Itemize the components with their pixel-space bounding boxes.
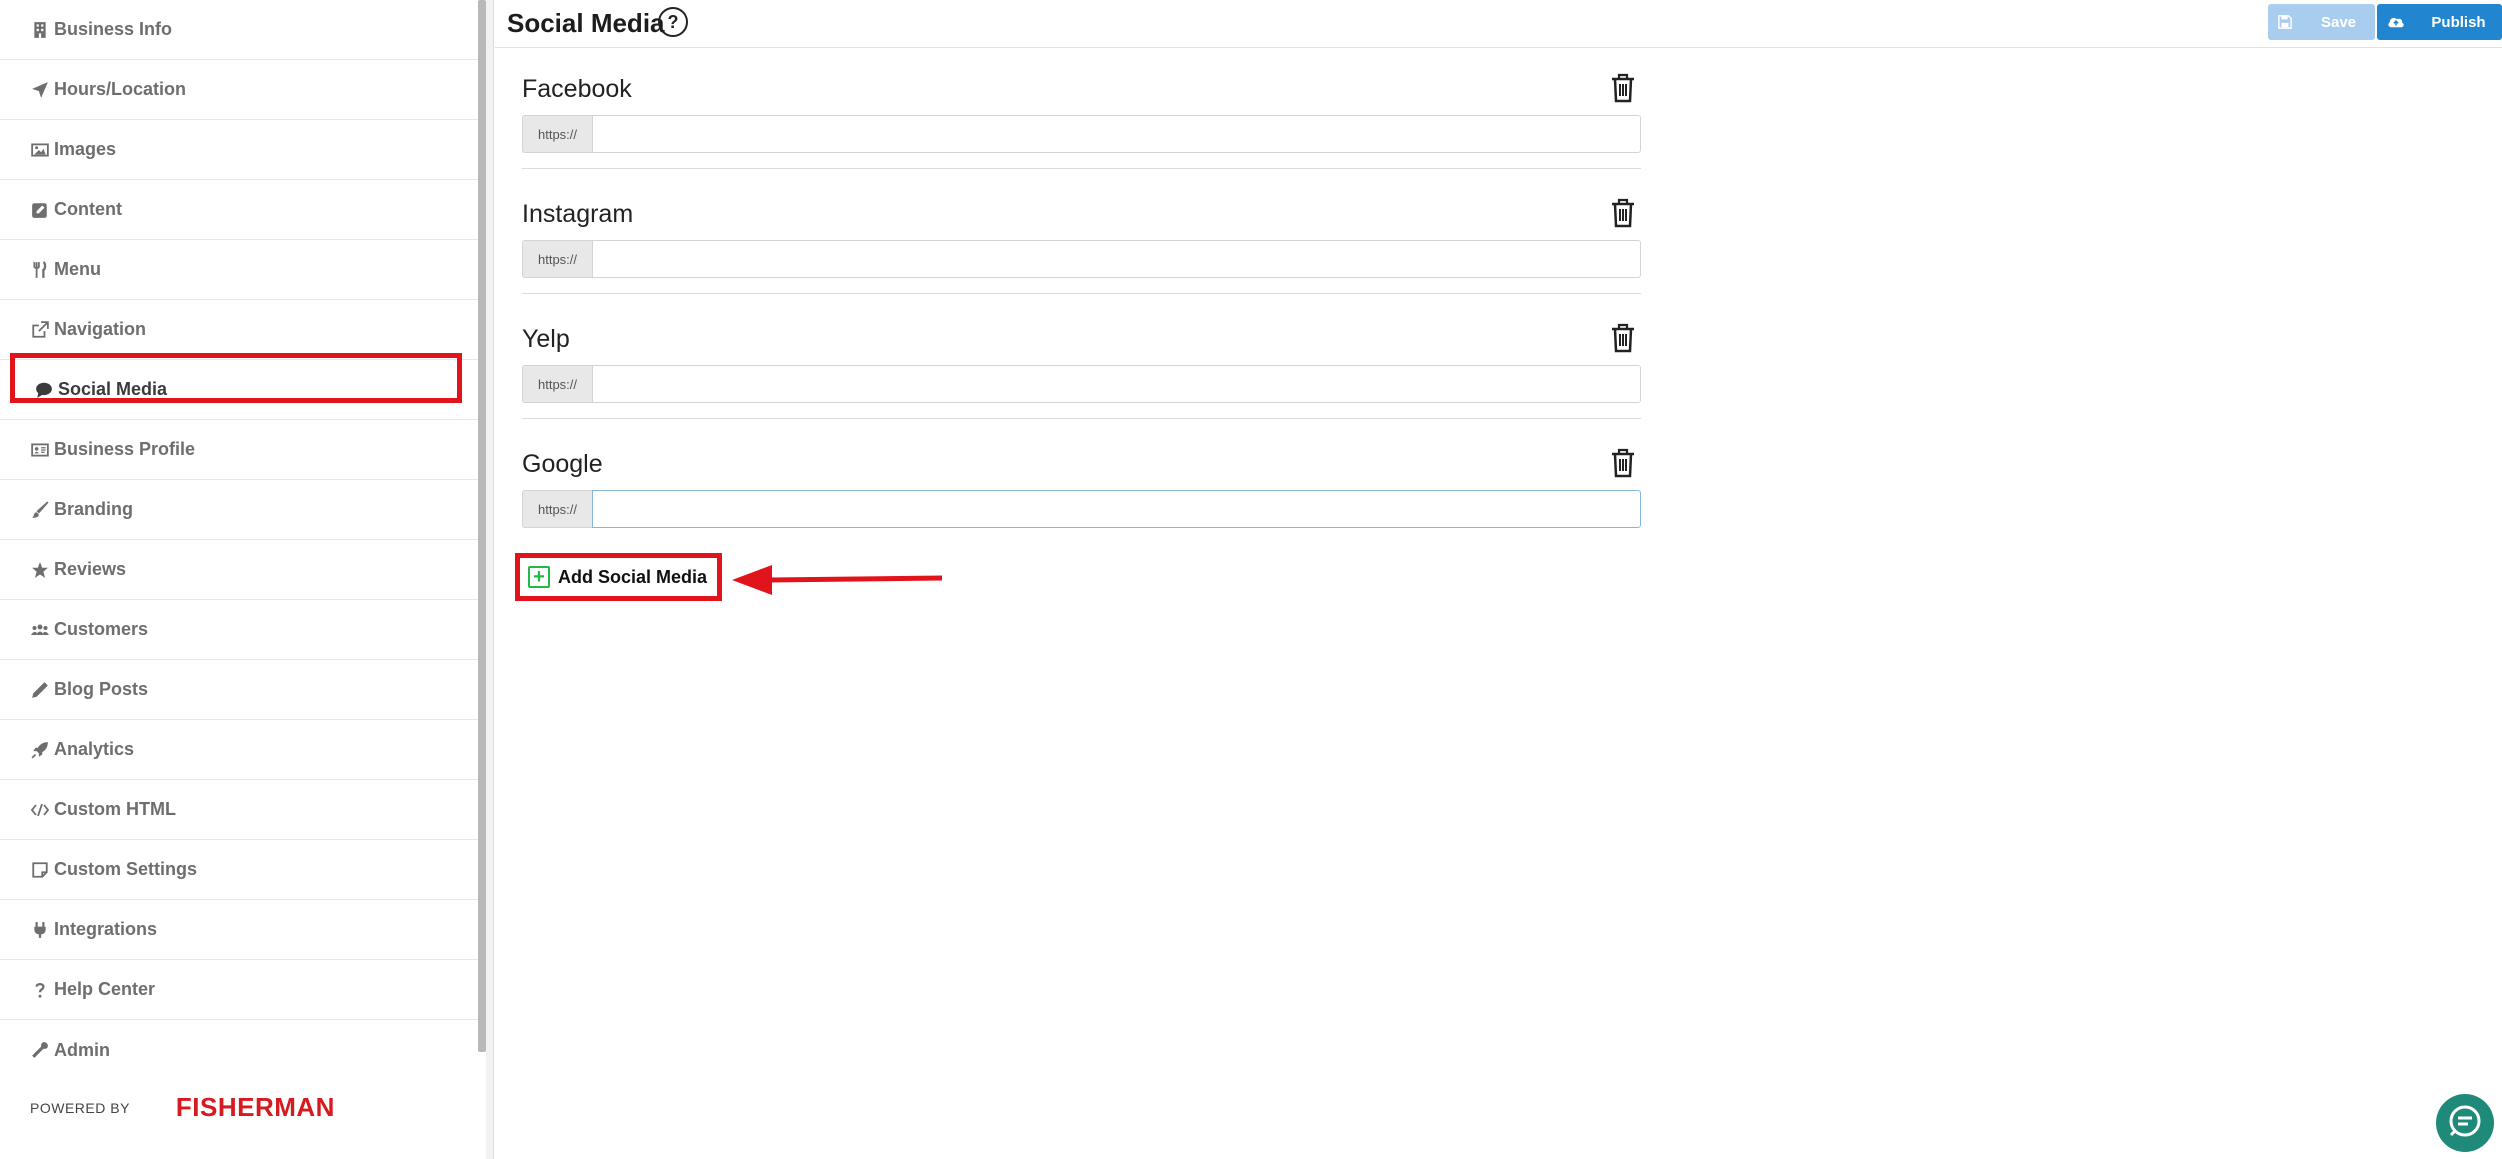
floppy-disk-icon <box>2268 15 2302 29</box>
sidebar-item-analytics[interactable]: Analytics <box>0 720 478 780</box>
sidebar-item-content[interactable]: Content <box>0 180 478 240</box>
sidebar-item-label: Menu <box>54 259 101 279</box>
wrench-icon <box>30 1040 50 1060</box>
sticky-note-icon <box>30 860 50 880</box>
comment-icon <box>34 380 54 400</box>
powered-by-label: POWERED BY <box>30 1099 130 1116</box>
page-title: Social Media <box>507 8 665 38</box>
sidebar-item-navigation[interactable]: Navigation <box>0 300 478 360</box>
add-social-media-label: Add Social Media <box>558 566 708 587</box>
publish-button[interactable]: Publish <box>2377 4 2502 40</box>
sidebar-item-label: Business Profile <box>54 439 196 459</box>
trash-icon[interactable] <box>1610 73 1636 103</box>
sidebar-item-label: Custom Settings <box>54 859 198 879</box>
sidebar-item-label: Content <box>54 199 122 219</box>
sidebar-item-menu[interactable]: Menu <box>0 240 478 300</box>
sidebar-divider <box>486 0 494 1159</box>
sidebar-item-business-info[interactable]: Business Info <box>0 0 478 60</box>
plus-square-icon: + <box>528 566 550 588</box>
trash-icon[interactable] <box>1610 448 1636 478</box>
url-input-group: https:// <box>522 115 1641 153</box>
sidebar-item-images[interactable]: Images <box>0 120 478 180</box>
cloud-upload-icon <box>2377 15 2415 29</box>
sidebar-item-label: Admin <box>54 1039 110 1060</box>
location-arrow-icon <box>30 80 50 100</box>
trash-icon[interactable] <box>1610 323 1636 353</box>
sidebar-item-integrations[interactable]: Integrations <box>0 900 478 960</box>
url-input-group: https:// <box>522 240 1641 278</box>
sidebar-item-label: Help Center <box>54 979 156 999</box>
trash-icon[interactable] <box>1610 198 1636 228</box>
url-prefix-label: https:// <box>522 240 592 278</box>
google-url-input[interactable] <box>592 490 1641 528</box>
external-link-icon <box>30 320 50 340</box>
sidebar-item-business-profile[interactable]: Business Profile <box>0 420 478 480</box>
sidebar-item-label: Customers <box>54 619 149 639</box>
sidebar-item-reviews[interactable]: Reviews <box>0 540 478 600</box>
sidebar-item-hours-location[interactable]: Hours/Location <box>0 60 478 120</box>
sidebar-item-blog-posts[interactable]: Blog Posts <box>0 660 478 720</box>
sidebar-scrollbar[interactable] <box>478 0 486 1052</box>
sidebar-item-label: Hours/Location <box>54 79 187 99</box>
question-icon <box>30 980 50 1000</box>
url-input-group: https:// <box>522 365 1641 403</box>
sidebar: Business Info Hours/Location Images Cont… <box>0 0 478 1159</box>
divider <box>522 418 1641 419</box>
app-root: Business Info Hours/Location Images Cont… <box>0 0 2502 1159</box>
sidebar-item-label: Images <box>54 139 117 159</box>
id-card-icon <box>30 440 50 460</box>
divider <box>522 293 1641 294</box>
sidebar-item-admin[interactable]: Admin <box>0 1020 478 1080</box>
annotation-arrow-icon <box>732 565 943 595</box>
url-prefix-label: https:// <box>522 365 592 403</box>
pencil-icon <box>30 680 50 700</box>
rocket-icon <box>30 740 50 760</box>
star-icon <box>30 560 50 580</box>
sidebar-item-label: Branding <box>54 499 133 519</box>
powered-by-footer: POWERED BY FISHERMAN <box>30 1092 335 1123</box>
publish-button-label: Publish <box>2431 13 2486 31</box>
sidebar-item-label: Analytics <box>54 739 135 759</box>
sidebar-item-label: Business Info <box>54 19 173 39</box>
fisherman-logo[interactable]: FISHERMAN <box>176 1092 335 1123</box>
code-icon <box>30 800 50 820</box>
save-button-label: Save <box>2320 13 2357 31</box>
divider <box>522 168 1641 169</box>
sidebar-item-custom-settings[interactable]: Custom Settings <box>0 840 478 900</box>
social-entry-name: Instagram <box>522 200 634 228</box>
building-icon <box>30 20 50 40</box>
sidebar-item-help-center[interactable]: Help Center <box>0 960 478 1020</box>
sidebar-item-label: Custom HTML <box>54 799 176 819</box>
sidebar-item-customers[interactable]: Customers <box>0 600 478 660</box>
save-button[interactable]: Save <box>2268 4 2375 40</box>
yelp-url-input[interactable] <box>592 365 1641 403</box>
social-entry-name: Facebook <box>522 75 632 103</box>
chat-widget-button[interactable] <box>2436 1094 2494 1152</box>
facebook-url-input[interactable] <box>592 115 1641 153</box>
sidebar-item-label: Integrations <box>54 919 158 939</box>
add-social-media-button[interactable]: + Add Social Media <box>515 553 722 601</box>
help-icon[interactable]: ? <box>658 7 688 37</box>
edit-icon <box>30 200 50 220</box>
paint-brush-icon <box>30 500 50 520</box>
sidebar-item-label: Blog Posts <box>54 679 149 699</box>
social-entry-name: Google <box>522 450 603 478</box>
sidebar-item-label: Reviews <box>54 559 127 579</box>
url-prefix-label: https:// <box>522 490 592 528</box>
users-icon <box>30 620 50 640</box>
utensils-icon <box>30 260 50 280</box>
sidebar-item-social-media[interactable]: Social Media <box>0 360 478 420</box>
social-entry-name: Yelp <box>522 325 570 353</box>
instagram-url-input[interactable] <box>592 240 1641 278</box>
sidebar-item-branding[interactable]: Branding <box>0 480 478 540</box>
sidebar-item-label: Navigation <box>54 319 147 339</box>
url-prefix-label: https:// <box>522 115 592 153</box>
plug-icon <box>30 920 50 940</box>
chat-bubble-icon <box>2447 1103 2483 1144</box>
sidebar-item-custom-html[interactable]: Custom HTML <box>0 780 478 840</box>
url-input-group: https:// <box>522 490 1641 528</box>
sidebar-item-label: Social Media <box>58 379 168 399</box>
page-header: Social Media ? Save Publish <box>495 0 2502 48</box>
image-icon <box>30 140 50 160</box>
